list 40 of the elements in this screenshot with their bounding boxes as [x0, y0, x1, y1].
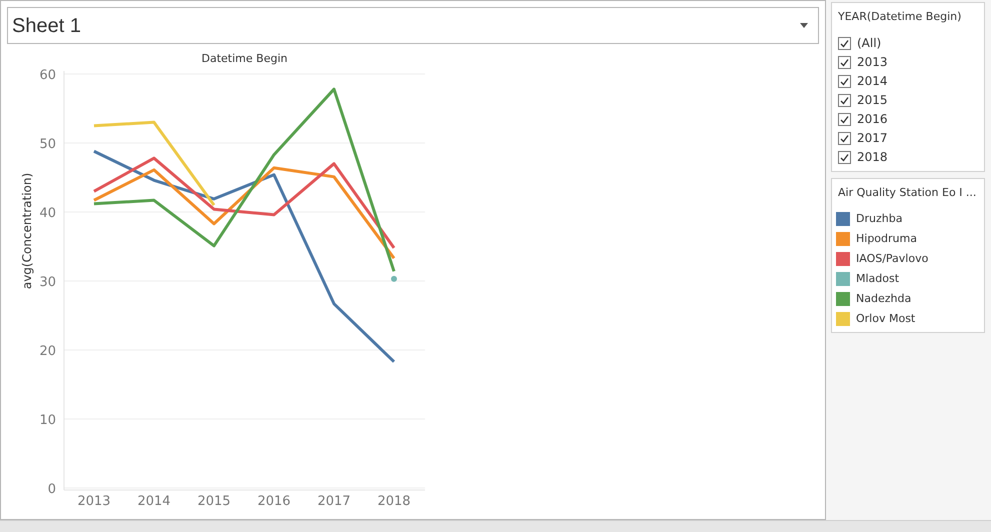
- y-tick-label: 50: [39, 137, 56, 152]
- filter-option[interactable]: 2016: [832, 110, 984, 128]
- legend-title: Air Quality Station Eo I ...: [837, 184, 978, 200]
- checkbox[interactable]: [838, 56, 851, 68]
- y-tick-label: 20: [39, 344, 56, 359]
- legend-label: Orlov Most: [856, 310, 916, 327]
- legend-label: Nadezhda: [856, 290, 912, 307]
- checkbox[interactable]: [838, 150, 851, 164]
- y-tick-label: 30: [39, 275, 56, 290]
- legend-label: Hipodruma: [856, 230, 917, 247]
- filter-option[interactable]: (All): [832, 34, 984, 52]
- x-tick-label: 2015: [197, 494, 231, 509]
- y-tick-label: 60: [39, 68, 56, 83]
- x-tick-label: 2018: [377, 494, 411, 509]
- x-tick-label: 2017: [317, 494, 351, 509]
- checkbox[interactable]: [838, 94, 851, 106]
- filter-option[interactable]: 2015: [832, 90, 984, 110]
- checkbox[interactable]: [838, 112, 851, 126]
- checkbox[interactable]: [838, 36, 851, 50]
- checkbox[interactable]: [838, 74, 851, 88]
- filter-title: YEAR(Datetime Begin): [837, 9, 962, 25]
- x-tick-label: 2014: [137, 494, 171, 509]
- filter-option[interactable]: 2017: [832, 128, 984, 148]
- filter-option[interactable]: 2014: [832, 72, 984, 90]
- checkbox[interactable]: [838, 132, 851, 144]
- dropdown-caret-icon[interactable]: [800, 23, 808, 28]
- x-tick-label: 2016: [257, 494, 291, 509]
- filter-option[interactable]: 2018: [832, 148, 984, 166]
- y-axis-label: avg(Concentration): [20, 172, 34, 290]
- legend-label: Druzhba: [856, 210, 902, 227]
- chart-title: Datetime Begin: [202, 52, 288, 65]
- filter-option[interactable]: 2013: [832, 52, 984, 72]
- legend-label: Mladost: [856, 270, 900, 287]
- x-tick-label: 2013: [77, 494, 111, 509]
- y-tick-label: 0: [48, 482, 56, 497]
- sheet-title-field[interactable]: Sheet 1: [7, 7, 819, 44]
- legend-label: IAOS/Pavlovo: [856, 250, 928, 267]
- y-tick-label: 40: [39, 206, 56, 221]
- y-tick-label: 10: [39, 413, 56, 428]
- data-point: [391, 276, 397, 282]
